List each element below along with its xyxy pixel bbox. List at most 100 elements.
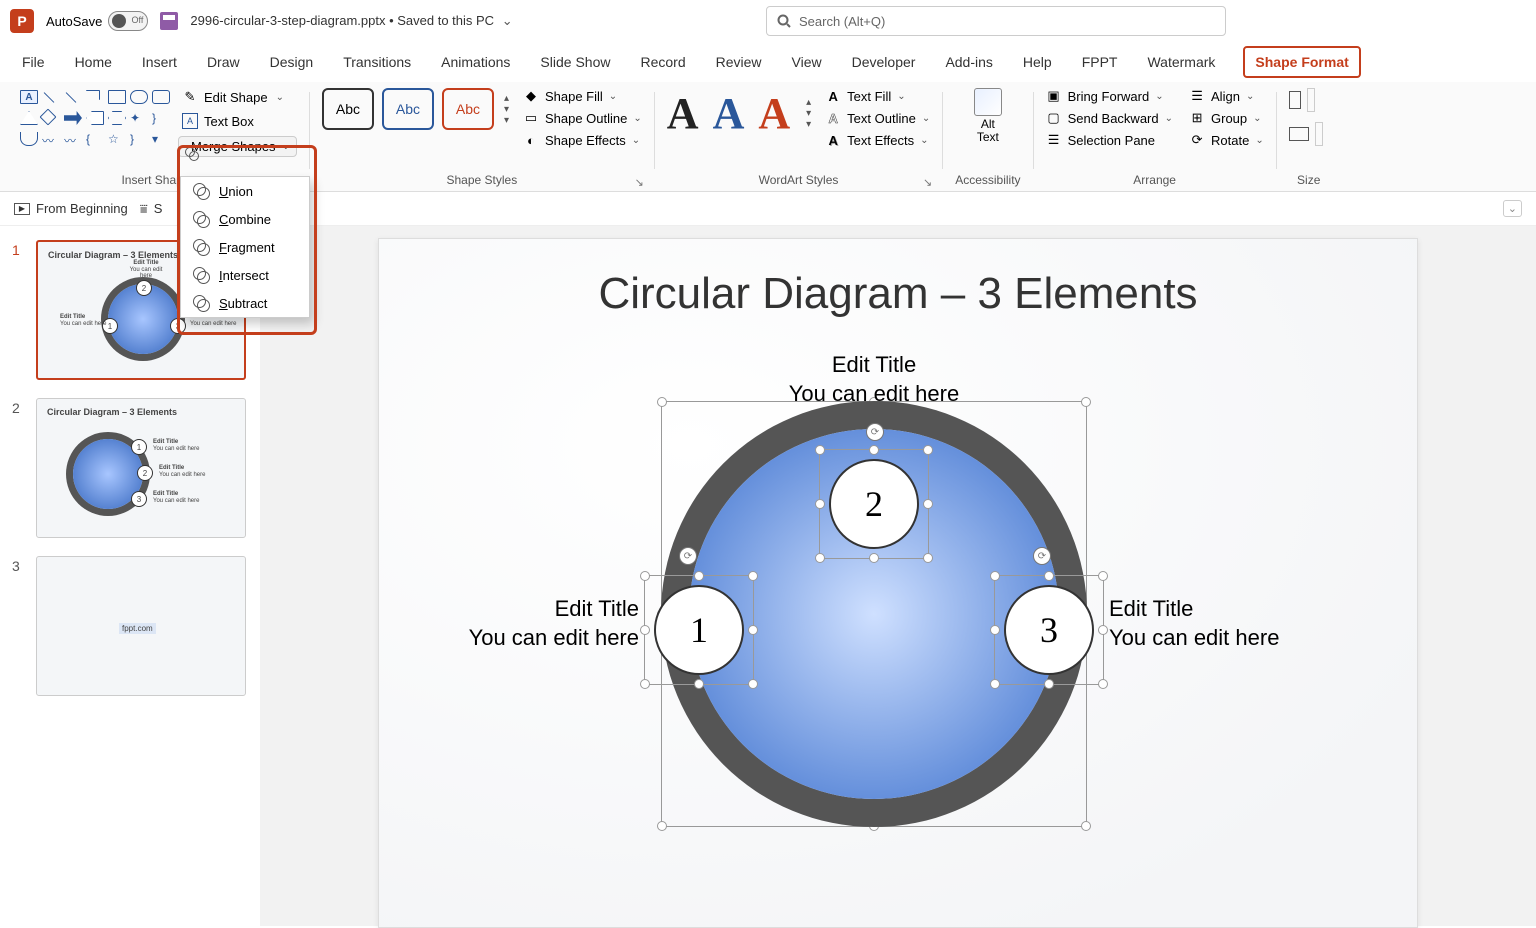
connector-icon[interactable] (86, 90, 100, 100)
shape-styles-launcher[interactable]: ↘ (635, 176, 644, 189)
rotate-handle-2[interactable]: ⟳ (866, 423, 884, 441)
style-swatch-3[interactable]: Abc (442, 88, 494, 130)
arc-icon[interactable] (20, 132, 38, 146)
send-backward-button[interactable]: ▢Send Backward⌄ (1046, 110, 1173, 126)
search-input[interactable]: Search (Alt+Q) (766, 6, 1226, 36)
shape-gallery[interactable]: A ✦ } 〰 〰 { ☆ } ▾ (20, 88, 170, 150)
height-input[interactable] (1289, 88, 1323, 112)
diamond-icon[interactable] (40, 109, 57, 126)
line-arrow-icon[interactable] (66, 92, 77, 103)
style-gallery-more[interactable]: ▴▾▾ (504, 93, 509, 126)
arrow-right-icon[interactable] (64, 111, 82, 125)
width-input[interactable] (1289, 122, 1323, 146)
rotate-handle-1[interactable]: ⟳ (679, 547, 697, 565)
label-left[interactable]: Edit Title You can edit here (429, 595, 639, 652)
combine-icon (193, 211, 209, 227)
rounded-rect-icon[interactable] (152, 90, 170, 104)
intersect-icon (193, 267, 209, 283)
text-outline-button[interactable]: AText Outline⌄ (825, 110, 930, 126)
tab-developer[interactable]: Developer (850, 50, 918, 74)
play-icon: ▶ (14, 203, 30, 215)
diagram-circle-2[interactable]: 2 (829, 459, 919, 549)
slide-title[interactable]: Circular Diagram – 3 Elements (379, 269, 1417, 319)
from-beginning-button[interactable]: ▶ From Beginning (14, 201, 128, 216)
wordart-style-3[interactable]: A (758, 88, 790, 139)
rotate-handle-3[interactable]: ⟳ (1033, 547, 1051, 565)
slide-thumbnail-3[interactable]: fppt.com (36, 556, 246, 696)
tab-fppt[interactable]: FPPT (1080, 50, 1120, 74)
tab-review[interactable]: Review (714, 50, 764, 74)
textbox-shape-icon[interactable]: A (20, 90, 38, 104)
triangle-icon[interactable] (20, 111, 38, 125)
style-gallery[interactable]: Abc Abc Abc ▴▾▾ (322, 88, 509, 130)
send-backward-icon: ▢ (1046, 110, 1062, 126)
text-effects-button[interactable]: AText Effects⌄ (825, 132, 930, 148)
wordart-style-1[interactable]: A (667, 88, 699, 139)
merge-fragment[interactable]: Fragment (181, 233, 309, 261)
merge-intersect[interactable]: Intersect (181, 261, 309, 289)
tab-draw[interactable]: Draw (205, 50, 242, 74)
share-button[interactable]: ⩸S (140, 201, 163, 217)
document-title[interactable]: 2996-circular-3-step-diagram.pptx • Save… (190, 13, 512, 29)
subtract-icon (193, 295, 209, 311)
group-wordart-styles: A A A ▴▾▾ AText Fill⌄ AText Outline⌄ ATe… (661, 88, 936, 191)
wordart-gallery-more[interactable]: ▴▾▾ (806, 97, 811, 130)
merge-shapes-button[interactable]: Merge Shapes⌄ (178, 136, 297, 157)
shape-effects-button[interactable]: ◐Shape Effects⌄ (523, 132, 642, 148)
tab-record[interactable]: Record (638, 50, 687, 74)
edit-shape-button[interactable]: ✎ Edit Shape⌄ (178, 88, 297, 106)
ribbon-collapse-button[interactable]: ⌄ (1503, 200, 1522, 217)
alt-text-icon (974, 88, 1002, 116)
slide-canvas-area[interactable]: Circular Diagram – 3 Elements Edit Title… (260, 226, 1536, 926)
wordart-gallery[interactable]: A A A ▴▾▾ (667, 88, 811, 139)
line-shape-icon[interactable] (44, 92, 55, 103)
tab-slideshow[interactable]: Slide Show (538, 50, 612, 74)
rotate-button[interactable]: ⟳Rotate⌄ (1189, 132, 1264, 148)
align-button[interactable]: ☰Align⌄ (1189, 88, 1264, 104)
arrow-left-icon[interactable] (86, 111, 104, 125)
rectangle-icon[interactable] (108, 90, 126, 104)
autosave-toggle[interactable]: Off (108, 11, 148, 31)
hexagon-icon[interactable] (108, 111, 126, 125)
diagram-circle-1[interactable]: 1 (654, 585, 744, 675)
shape-outline-button[interactable]: ▭Shape Outline⌄ (523, 110, 642, 126)
slide-thumbnail-2[interactable]: Circular Diagram – 3 Elements 1 2 3 Edit… (36, 398, 246, 538)
tab-watermark[interactable]: Watermark (1145, 50, 1217, 74)
tab-insert[interactable]: Insert (140, 50, 179, 74)
tab-file[interactable]: File (20, 50, 47, 74)
bring-forward-icon: ▣ (1046, 88, 1062, 104)
tab-home[interactable]: Home (73, 50, 114, 74)
wordart-launcher[interactable]: ↘ (923, 176, 932, 189)
tab-design[interactable]: Design (268, 50, 316, 74)
diagram-circle-3[interactable]: 3 (1004, 585, 1094, 675)
ellipse-icon[interactable] (130, 90, 148, 104)
slide[interactable]: Circular Diagram – 3 Elements Edit Title… (378, 238, 1418, 928)
label-top[interactable]: Edit Title You can edit here (774, 351, 974, 408)
bring-forward-button[interactable]: ▣Bring Forward⌄ (1046, 88, 1173, 104)
text-fill-button[interactable]: AText Fill⌄ (825, 88, 930, 104)
alt-text-button[interactable]: AltText (966, 88, 1010, 144)
tab-shape-format[interactable]: Shape Format (1243, 46, 1360, 78)
share-icon: ⩸ (140, 201, 148, 217)
merge-combine[interactable]: Combine (181, 205, 309, 233)
group-arrange: ▣Bring Forward⌄ ☰Align⌄ ▢Send Backward⌄ … (1040, 88, 1270, 191)
tab-animations[interactable]: Animations (439, 50, 512, 74)
text-fill-icon: A (825, 88, 841, 104)
merge-union[interactable]: Union (181, 177, 309, 205)
text-outline-icon: A (825, 110, 841, 126)
tab-help[interactable]: Help (1021, 50, 1054, 74)
shape-fill-button[interactable]: ◆Shape Fill⌄ (523, 88, 642, 104)
style-swatch-2[interactable]: Abc (382, 88, 434, 130)
text-box-button[interactable]: A Text Box (178, 112, 297, 130)
tab-transitions[interactable]: Transitions (341, 50, 413, 74)
autosave-control[interactable]: AutoSave Off (46, 11, 148, 31)
merge-subtract[interactable]: Subtract (181, 289, 309, 317)
label-right[interactable]: Edit Title You can edit here (1109, 595, 1319, 652)
tab-view[interactable]: View (790, 50, 824, 74)
style-swatch-1[interactable]: Abc (322, 88, 374, 130)
group-button[interactable]: ⊞Group⌄ (1189, 110, 1264, 126)
save-icon[interactable] (160, 12, 178, 30)
tab-addins[interactable]: Add-ins (943, 50, 994, 74)
selection-pane-button[interactable]: ☰Selection Pane (1046, 132, 1173, 148)
wordart-style-2[interactable]: A (713, 88, 745, 139)
